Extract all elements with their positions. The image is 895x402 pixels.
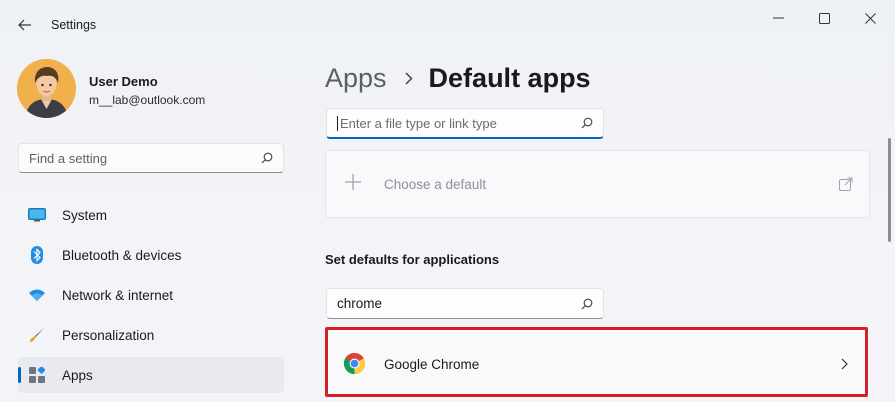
back-arrow-icon: [18, 19, 31, 31]
sidebar-item-label: Apps: [62, 367, 93, 383]
filetype-search-placeholder: Enter a file type or link type: [340, 115, 497, 131]
monitor-icon: [27, 205, 47, 225]
app-title: Settings: [51, 18, 97, 32]
chrome-icon: [343, 352, 366, 375]
brush-icon: [27, 325, 47, 345]
choose-default-label: Choose a default: [384, 177, 487, 192]
breadcrumb-parent[interactable]: Apps: [325, 63, 387, 94]
active-indicator: [18, 367, 21, 383]
breadcrumb: Apps Default apps: [325, 58, 591, 98]
sidebar-item-label: Network & internet: [62, 287, 174, 303]
user-name: User Demo: [89, 74, 158, 89]
find-setting-search[interactable]: Find a setting: [18, 143, 284, 173]
sidebar-item-label: System: [62, 207, 108, 223]
app-search-input[interactable]: chrome: [326, 288, 604, 319]
app-search-value: chrome: [337, 296, 383, 311]
sidebar-item-apps[interactable]: Apps: [18, 357, 284, 393]
sidebar-item-label: Personalization: [62, 327, 155, 343]
sidebar-item-label: Bluetooth & devices: [62, 247, 182, 263]
plus-icon: [344, 173, 362, 196]
avatar[interactable]: [17, 59, 76, 118]
user-avatar-icon: [17, 59, 76, 118]
app-result-google-chrome[interactable]: Google Chrome: [325, 327, 868, 397]
maximize-icon: [818, 12, 830, 24]
close-icon: [864, 12, 876, 24]
wifi-icon: [27, 285, 47, 305]
find-setting-placeholder: Find a setting: [29, 150, 108, 166]
search-icon: [581, 117, 593, 129]
minimize-button[interactable]: [760, 8, 796, 28]
apps-icon: [27, 365, 47, 385]
choose-default-card: Choose a default: [325, 150, 870, 218]
settings-window: Settings User Demo m__lab@outlook.com Fi…: [0, 0, 895, 402]
sidebar-item-bluetooth[interactable]: Bluetooth & devices: [18, 237, 284, 273]
external-link-icon: [839, 177, 853, 196]
minimize-icon: [772, 17, 784, 19]
close-button[interactable]: [852, 8, 888, 28]
sidebar-item-network[interactable]: Network & internet: [18, 277, 284, 313]
chevron-right-icon: [405, 71, 413, 85]
back-button[interactable]: [14, 14, 36, 36]
sidebar-item-personalization[interactable]: Personalization: [18, 317, 284, 353]
text-cursor: [337, 115, 338, 131]
search-icon: [261, 152, 273, 164]
title-bar: Settings: [0, 0, 895, 46]
scrollbar[interactable]: [888, 138, 891, 242]
chevron-right-icon: [841, 357, 848, 375]
sidebar-item-system[interactable]: System: [18, 197, 284, 233]
section-heading: Set defaults for applications: [325, 252, 500, 267]
bluetooth-icon: [27, 245, 47, 265]
filetype-search-input[interactable]: Enter a file type or link type: [326, 108, 604, 139]
user-email: m__lab@outlook.com: [89, 93, 206, 107]
maximize-button[interactable]: [806, 8, 842, 28]
search-icon: [581, 298, 593, 309]
app-result-label: Google Chrome: [384, 357, 480, 372]
page-title: Default apps: [428, 62, 591, 93]
